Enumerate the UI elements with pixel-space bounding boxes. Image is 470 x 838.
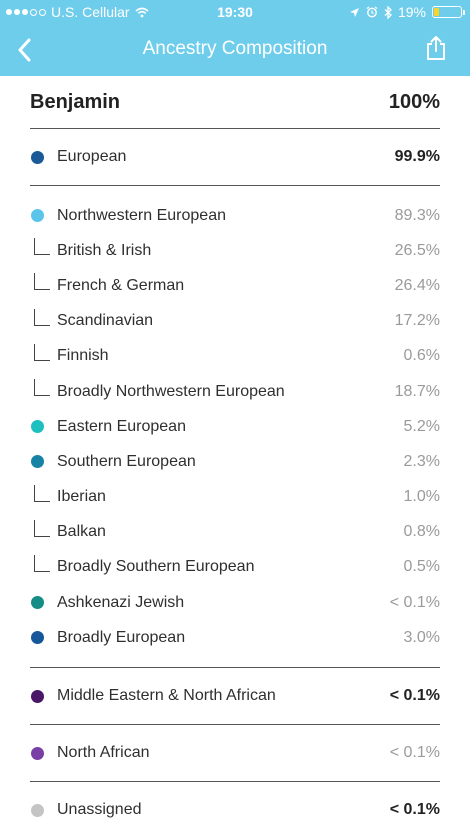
region-label: Unassigned xyxy=(57,801,142,819)
region-label: Balkan xyxy=(57,523,106,541)
region-row[interactable]: Southern European 2.3% xyxy=(30,444,440,479)
location-arrow-icon xyxy=(349,7,359,17)
tree-branch-icon xyxy=(34,238,50,256)
tree-branch-icon xyxy=(34,484,50,502)
battery-icon xyxy=(432,6,465,18)
region-percent: 0.6% xyxy=(403,347,440,365)
region-row[interactable]: Ashkenazi Jewish < 0.1% xyxy=(30,585,440,620)
region-percent: 0.8% xyxy=(403,523,440,541)
region-label: European xyxy=(57,148,127,165)
person-name: Benjamin xyxy=(30,90,121,113)
region-percent: < 0.1% xyxy=(389,687,440,705)
subregion-row[interactable]: Balkan 0.8% xyxy=(30,515,440,550)
ancestry-content: Benjamin 100% European 99.9% Northwester… xyxy=(30,76,440,838)
region-percent: 1.0% xyxy=(403,488,440,506)
subregion-row[interactable]: British & Irish 26.5% xyxy=(30,233,440,268)
region-row-north-african[interactable]: North African < 0.1% xyxy=(30,725,440,781)
battery-percent: 19% xyxy=(397,4,426,20)
region-label: French & German xyxy=(57,276,185,294)
region-percent: < 0.1% xyxy=(389,744,440,762)
nav-bar: Ancestry Composition xyxy=(0,24,470,76)
region-label: Broadly Southern European xyxy=(57,558,255,576)
region-percent: 0.5% xyxy=(403,558,440,576)
region-percent: 5.2% xyxy=(403,417,440,435)
region-label: Broadly Northwestern European xyxy=(57,382,285,400)
page-title: Ancestry Composition xyxy=(142,38,328,59)
subregion-row[interactable]: Scandinavian 17.2% xyxy=(30,304,440,339)
header-row: Benjamin 100% xyxy=(30,76,440,128)
tree-branch-icon xyxy=(34,554,50,572)
tree-branch-icon xyxy=(34,308,50,326)
region-color-dot xyxy=(31,150,44,164)
region-row[interactable]: Broadly European 3.0% xyxy=(30,620,440,655)
region-color-dot xyxy=(31,746,44,760)
subregion-row[interactable]: Finnish 0.6% xyxy=(30,339,440,374)
region-row-middle-eastern[interactable]: Middle Eastern & North African < 0.1% xyxy=(30,668,440,724)
region-percent: < 0.1% xyxy=(389,801,440,819)
region-label: Northwestern European xyxy=(57,206,226,224)
region-color-dot xyxy=(31,420,44,434)
alarm-icon xyxy=(366,6,378,18)
region-color-dot xyxy=(31,631,44,645)
region-label: North African xyxy=(57,744,150,762)
region-row[interactable]: Northwestern European 89.3% xyxy=(30,198,440,233)
region-label: Broadly European xyxy=(57,628,186,646)
subregion-row[interactable]: Broadly Southern European 0.5% xyxy=(30,550,440,585)
region-color-dot xyxy=(31,596,44,610)
region-percent: 99.9% xyxy=(394,148,440,165)
status-bar: U.S. Cellular 19:30 19% xyxy=(0,0,470,24)
region-percent: 17.2% xyxy=(394,312,440,330)
region-percent: 26.5% xyxy=(394,241,440,259)
status-bar-right: 19% xyxy=(349,4,465,20)
region-row-european[interactable]: European 99.9% xyxy=(30,129,440,185)
region-color-dot xyxy=(31,455,44,469)
region-row-unassigned[interactable]: Unassigned < 0.1% xyxy=(30,782,440,838)
region-label: British & Irish xyxy=(57,241,152,259)
tree-branch-icon xyxy=(34,273,50,291)
region-percent: 26.4% xyxy=(394,276,440,294)
region-label: Ashkenazi Jewish xyxy=(57,593,185,611)
region-label: Eastern European xyxy=(57,417,186,435)
region-label: Southern European xyxy=(57,452,196,470)
region-percent: 89.3% xyxy=(394,206,440,224)
bluetooth-icon xyxy=(384,5,392,19)
share-button[interactable] xyxy=(420,32,452,64)
region-color-dot xyxy=(31,803,44,817)
battery-level xyxy=(434,8,439,16)
european-breakdown-list: Northwestern European 89.3% British & Iris… xyxy=(30,186,440,667)
subregion-row[interactable]: Broadly Northwestern European 18.7% xyxy=(30,374,440,409)
tree-branch-icon xyxy=(34,379,50,397)
region-row[interactable]: Eastern European 5.2% xyxy=(30,409,440,444)
region-color-dot xyxy=(31,209,44,223)
region-label: Finnish xyxy=(57,347,109,365)
subregion-row[interactable]: Iberian 1.0% xyxy=(30,480,440,515)
total-percent: 100% xyxy=(388,90,440,113)
region-color-dot xyxy=(31,689,44,703)
tree-branch-icon xyxy=(34,519,50,537)
tree-branch-icon xyxy=(34,343,50,361)
region-label: Middle Eastern & North African xyxy=(57,687,276,705)
region-percent: 2.3% xyxy=(403,452,440,470)
region-percent: < 0.1% xyxy=(389,593,440,611)
region-label: Scandinavian xyxy=(57,312,154,330)
share-icon xyxy=(427,36,445,60)
region-percent: 18.7% xyxy=(394,382,440,400)
subregion-row[interactable]: French & German 26.4% xyxy=(30,268,440,303)
region-label: Iberian xyxy=(57,488,106,506)
region-percent: 3.0% xyxy=(403,628,440,646)
